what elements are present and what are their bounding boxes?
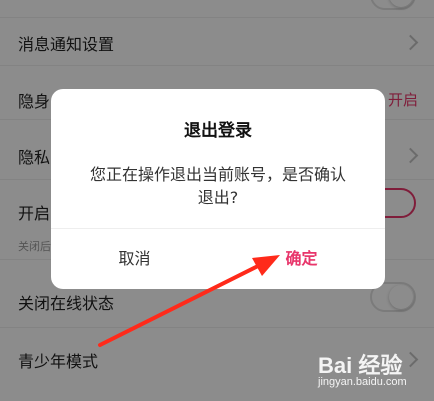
dialog-title: 退出登录 xyxy=(184,121,252,141)
cancel-button[interactable]: 取消 xyxy=(51,229,218,289)
confirm-button[interactable]: 确定 xyxy=(218,229,385,289)
watermark-url: jingyan.baidu.com xyxy=(318,376,407,388)
dialog-message: 您正在操作退出当前账号，是否确认 退出? xyxy=(51,163,385,209)
baidu-jingyan-watermark: Bai 经验 jingyan.baidu.com xyxy=(318,348,430,396)
dialog-message-line: 您正在操作退出当前账号，是否确认 xyxy=(89,165,346,184)
dialog-message-line: 退出? xyxy=(197,188,239,207)
logout-dialog: 退出登录 您正在操作退出当前账号，是否确认 退出? 取消 确定 xyxy=(51,89,385,289)
